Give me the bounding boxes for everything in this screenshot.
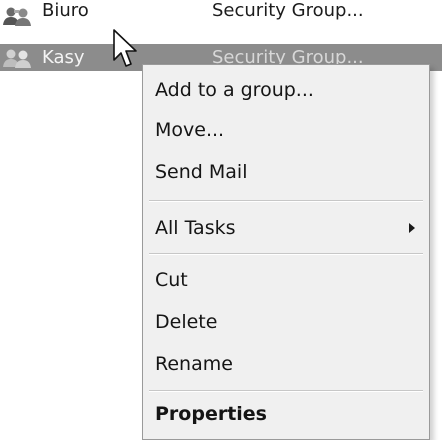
menu-item-delete[interactable]: Delete — [155, 305, 425, 339]
menu-item-cut[interactable]: Cut — [155, 263, 425, 297]
menu-separator — [149, 253, 423, 255]
menu-item-rename[interactable]: Rename — [155, 347, 425, 381]
menu-item-move[interactable]: Move... — [155, 113, 425, 147]
menu-item-send-mail[interactable]: Send Mail — [155, 155, 425, 189]
mouse-pointer-icon — [113, 29, 137, 67]
menu-item-add-to-group[interactable]: Add to a group... — [155, 73, 425, 107]
menu-separator — [149, 390, 423, 392]
row-name: Biuro — [42, 0, 89, 21]
menu-item-label: All Tasks — [155, 217, 236, 239]
menu-item-all-tasks[interactable]: All Tasks — [155, 211, 425, 245]
context-menu: Add to a group... Move... Send Mail All … — [142, 64, 430, 440]
submenu-arrow-icon — [409, 223, 415, 233]
menu-item-properties[interactable]: Properties — [155, 397, 425, 431]
row-type: Security Group... — [212, 0, 364, 21]
list-item[interactable]: Biuro Security Group... — [0, 0, 442, 32]
row-name: Kasy — [42, 47, 85, 68]
group-icon — [3, 7, 31, 26]
group-icon — [3, 49, 31, 68]
menu-separator — [149, 200, 423, 202]
